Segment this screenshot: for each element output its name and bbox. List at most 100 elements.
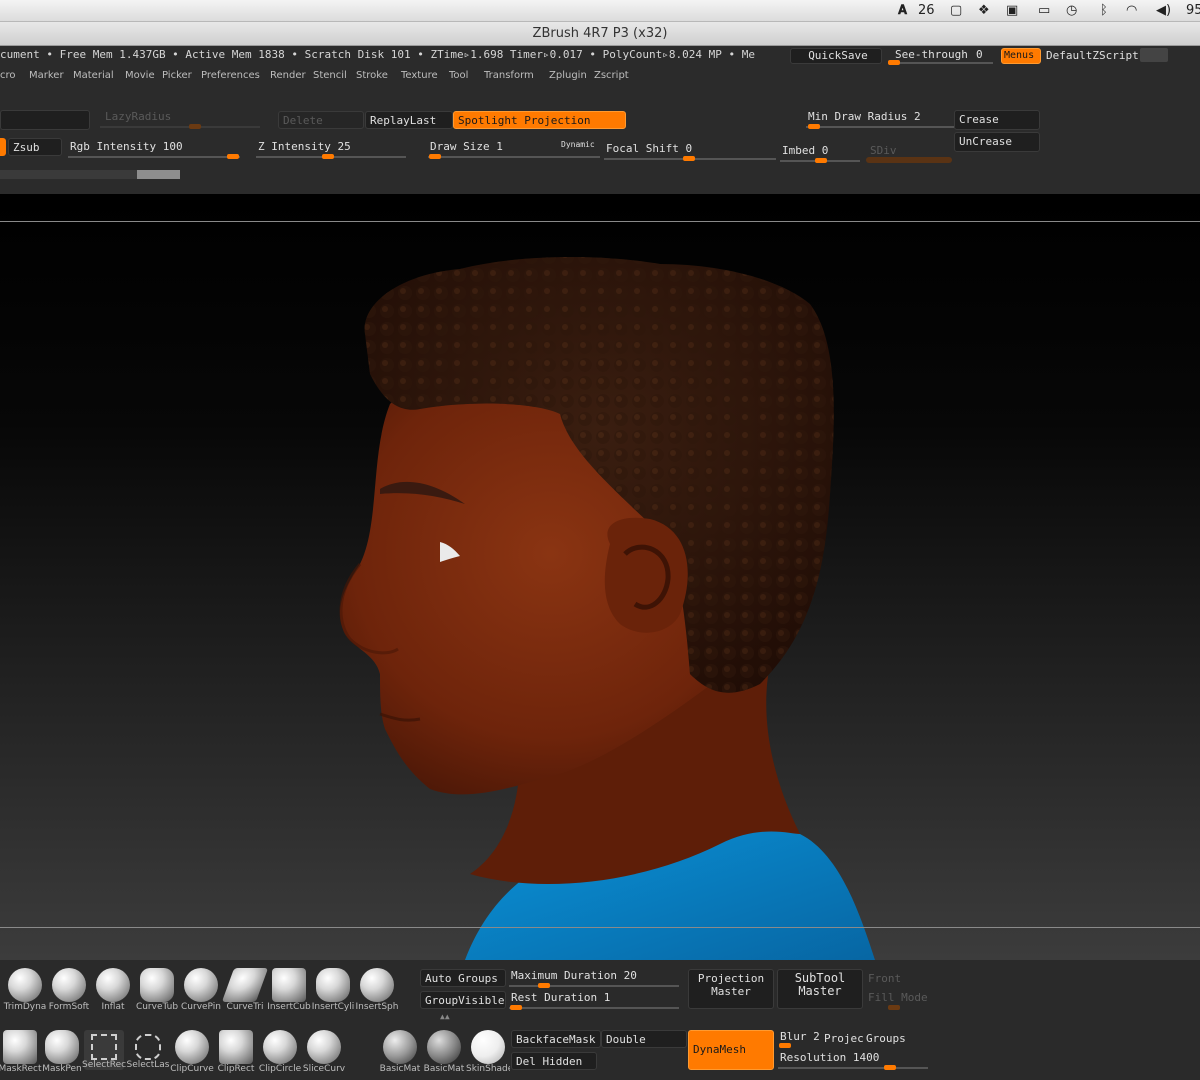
- dynamesh-button[interactable]: DynaMesh: [688, 1030, 774, 1070]
- brush-inflat[interactable]: Inflat: [93, 968, 133, 1012]
- menus-button[interactable]: Menus: [1001, 48, 1041, 64]
- dynamic-toggle[interactable]: Dynamic: [561, 140, 595, 149]
- brush-clipcurve[interactable]: ClipCurve: [170, 1030, 214, 1074]
- shelf-scroll-thumb[interactable]: [137, 170, 180, 179]
- rgb-intensity-track[interactable]: [68, 156, 240, 158]
- see-through-slider[interactable]: [888, 60, 900, 65]
- bluetooth-icon[interactable]: ᛒ: [1100, 3, 1108, 18]
- timemachine-icon[interactable]: ◷: [1066, 3, 1077, 18]
- inflat-brush-icon: [96, 968, 130, 1002]
- brush-curvetriangle[interactable]: CurveTri: [221, 968, 269, 1012]
- menu-item-render[interactable]: Render: [270, 70, 306, 81]
- project-toggle[interactable]: Projec: [824, 1032, 864, 1045]
- volume-icon[interactable]: ◀): [1156, 3, 1171, 18]
- z-intensity-slider[interactable]: [322, 154, 334, 159]
- wifi-icon[interactable]: ◠: [1126, 3, 1137, 18]
- menu-item-zplugin[interactable]: Zplugin: [549, 70, 587, 81]
- material-basic-2[interactable]: BasicMat: [424, 1030, 464, 1074]
- resolution-track[interactable]: [778, 1067, 928, 1069]
- brush-cliprect[interactable]: ClipRect: [216, 1030, 256, 1074]
- lazy-radius-track[interactable]: [100, 126, 260, 128]
- draw-size-track[interactable]: [428, 156, 600, 158]
- sculpt-model[interactable]: [0, 194, 1200, 960]
- menu-item-stroke[interactable]: Stroke: [356, 70, 388, 81]
- group-visible-button[interactable]: GroupVisible: [420, 991, 506, 1009]
- brush-maskrect[interactable]: MaskRect: [0, 1030, 42, 1074]
- focal-shift-slider[interactable]: [683, 156, 695, 161]
- canvas-viewport[interactable]: [0, 194, 1200, 960]
- material-basic-1[interactable]: BasicMat: [380, 1030, 420, 1074]
- menu-item-marker[interactable]: Marker: [29, 70, 64, 81]
- draw-size-slider[interactable]: [429, 154, 441, 159]
- max-duration-slider[interactable]: [538, 983, 550, 988]
- imbed-slider[interactable]: [815, 158, 827, 163]
- brush-trimdynamic[interactable]: TrimDyna: [4, 968, 46, 1012]
- del-hidden-button[interactable]: Del Hidden: [511, 1052, 597, 1070]
- default-zscript-label[interactable]: DefaultZScript: [1046, 49, 1139, 62]
- brush-insertcylinder[interactable]: InsertCyli: [312, 968, 354, 1012]
- uncrease-button[interactable]: UnCrease: [954, 132, 1040, 152]
- insertcube-brush-icon: [272, 968, 306, 1002]
- crease-button[interactable]: Crease: [954, 110, 1040, 130]
- window-icon[interactable]: ▢: [950, 3, 962, 18]
- menu-item-picker[interactable]: Picker: [162, 70, 192, 81]
- brush-clipcircle[interactable]: ClipCircle: [259, 1030, 301, 1074]
- brush-maskpen[interactable]: MaskPen: [42, 1030, 82, 1074]
- menu-item-movie[interactable]: Movie: [125, 70, 155, 81]
- basic-material-icon: [383, 1030, 417, 1064]
- quicksave-button[interactable]: QuickSave: [790, 48, 882, 64]
- front-label[interactable]: Front: [868, 972, 901, 985]
- menu-item-macro[interactable]: cro: [0, 70, 16, 81]
- resolution-slider[interactable]: [884, 1065, 896, 1070]
- rgb-intensity-slider[interactable]: [227, 154, 239, 159]
- sdiv-slider[interactable]: [866, 157, 952, 163]
- see-through-track[interactable]: [888, 62, 993, 64]
- menu-item-tool[interactable]: Tool: [449, 70, 468, 81]
- spotlight-projection-button[interactable]: Spotlight Projection: [453, 111, 626, 129]
- material-skinshade[interactable]: SkinShade: [466, 1030, 510, 1074]
- mrgb-toggle[interactable]: [0, 138, 6, 156]
- expand-arrows-icon[interactable]: ▲▲: [440, 1013, 466, 1021]
- menu-item-stencil[interactable]: Stencil: [313, 70, 347, 81]
- auto-groups-button[interactable]: Auto Groups: [420, 969, 506, 987]
- menu-item-transform[interactable]: Transform: [484, 70, 534, 81]
- zsub-button[interactable]: Zsub: [8, 138, 62, 156]
- lazy-radius-slider[interactable]: [189, 124, 201, 129]
- brush-slicecurve[interactable]: SliceCurv: [303, 1030, 345, 1074]
- brush-selectrect[interactable]: SelectRec: [82, 1030, 126, 1070]
- maskrect-brush-icon: [3, 1030, 37, 1064]
- brush-formsoft[interactable]: FormSoft: [49, 968, 89, 1012]
- monitor-icon[interactable]: ▣: [1006, 3, 1018, 18]
- double-button[interactable]: Double: [601, 1030, 687, 1048]
- max-duration-track[interactable]: [509, 985, 679, 987]
- brush-curvetube[interactable]: CurveTub: [136, 968, 178, 1012]
- adobe-icon[interactable]: 𝐀: [898, 3, 907, 18]
- shelf-scrollbar[interactable]: [0, 170, 180, 179]
- min-draw-radius-slider[interactable]: [808, 124, 820, 129]
- rest-duration-track[interactable]: [509, 1007, 679, 1009]
- airplay-icon[interactable]: ▭: [1038, 3, 1050, 18]
- replay-last-button[interactable]: ReplayLast: [365, 111, 453, 129]
- dropbox-icon[interactable]: ❖: [978, 3, 990, 18]
- backface-mask-button[interactable]: BackfaceMask: [511, 1030, 601, 1048]
- groups-toggle[interactable]: Groups: [866, 1032, 906, 1045]
- menu-item-preferences[interactable]: Preferences: [201, 70, 260, 81]
- unnamed-button[interactable]: [0, 110, 90, 130]
- rest-duration-slider[interactable]: [510, 1005, 522, 1010]
- delete-button[interactable]: Delete: [278, 111, 364, 129]
- brush-selectlasso[interactable]: SelectLas: [127, 1030, 169, 1070]
- min-draw-radius-track[interactable]: [806, 126, 954, 128]
- maskpen-brush-icon: [45, 1030, 79, 1064]
- blur-slider[interactable]: [779, 1043, 791, 1048]
- brush-curvepinch[interactable]: CurvePin: [181, 968, 221, 1012]
- subtool-master-button[interactable]: SubTool Master: [777, 969, 863, 1009]
- insertcylinder-brush-icon: [316, 968, 350, 1002]
- brush-insertcube[interactable]: InsertCub: [267, 968, 311, 1012]
- menu-item-texture[interactable]: Texture: [401, 70, 438, 81]
- scroll-handle-icon[interactable]: [1140, 48, 1168, 62]
- menu-item-material[interactable]: Material: [73, 70, 114, 81]
- projection-master-button[interactable]: Projection Master: [688, 969, 774, 1009]
- menu-item-zscript[interactable]: Zscript: [594, 70, 629, 81]
- fill-mode-slider[interactable]: [888, 1005, 900, 1010]
- brush-insertsphere[interactable]: InsertSph: [356, 968, 398, 1012]
